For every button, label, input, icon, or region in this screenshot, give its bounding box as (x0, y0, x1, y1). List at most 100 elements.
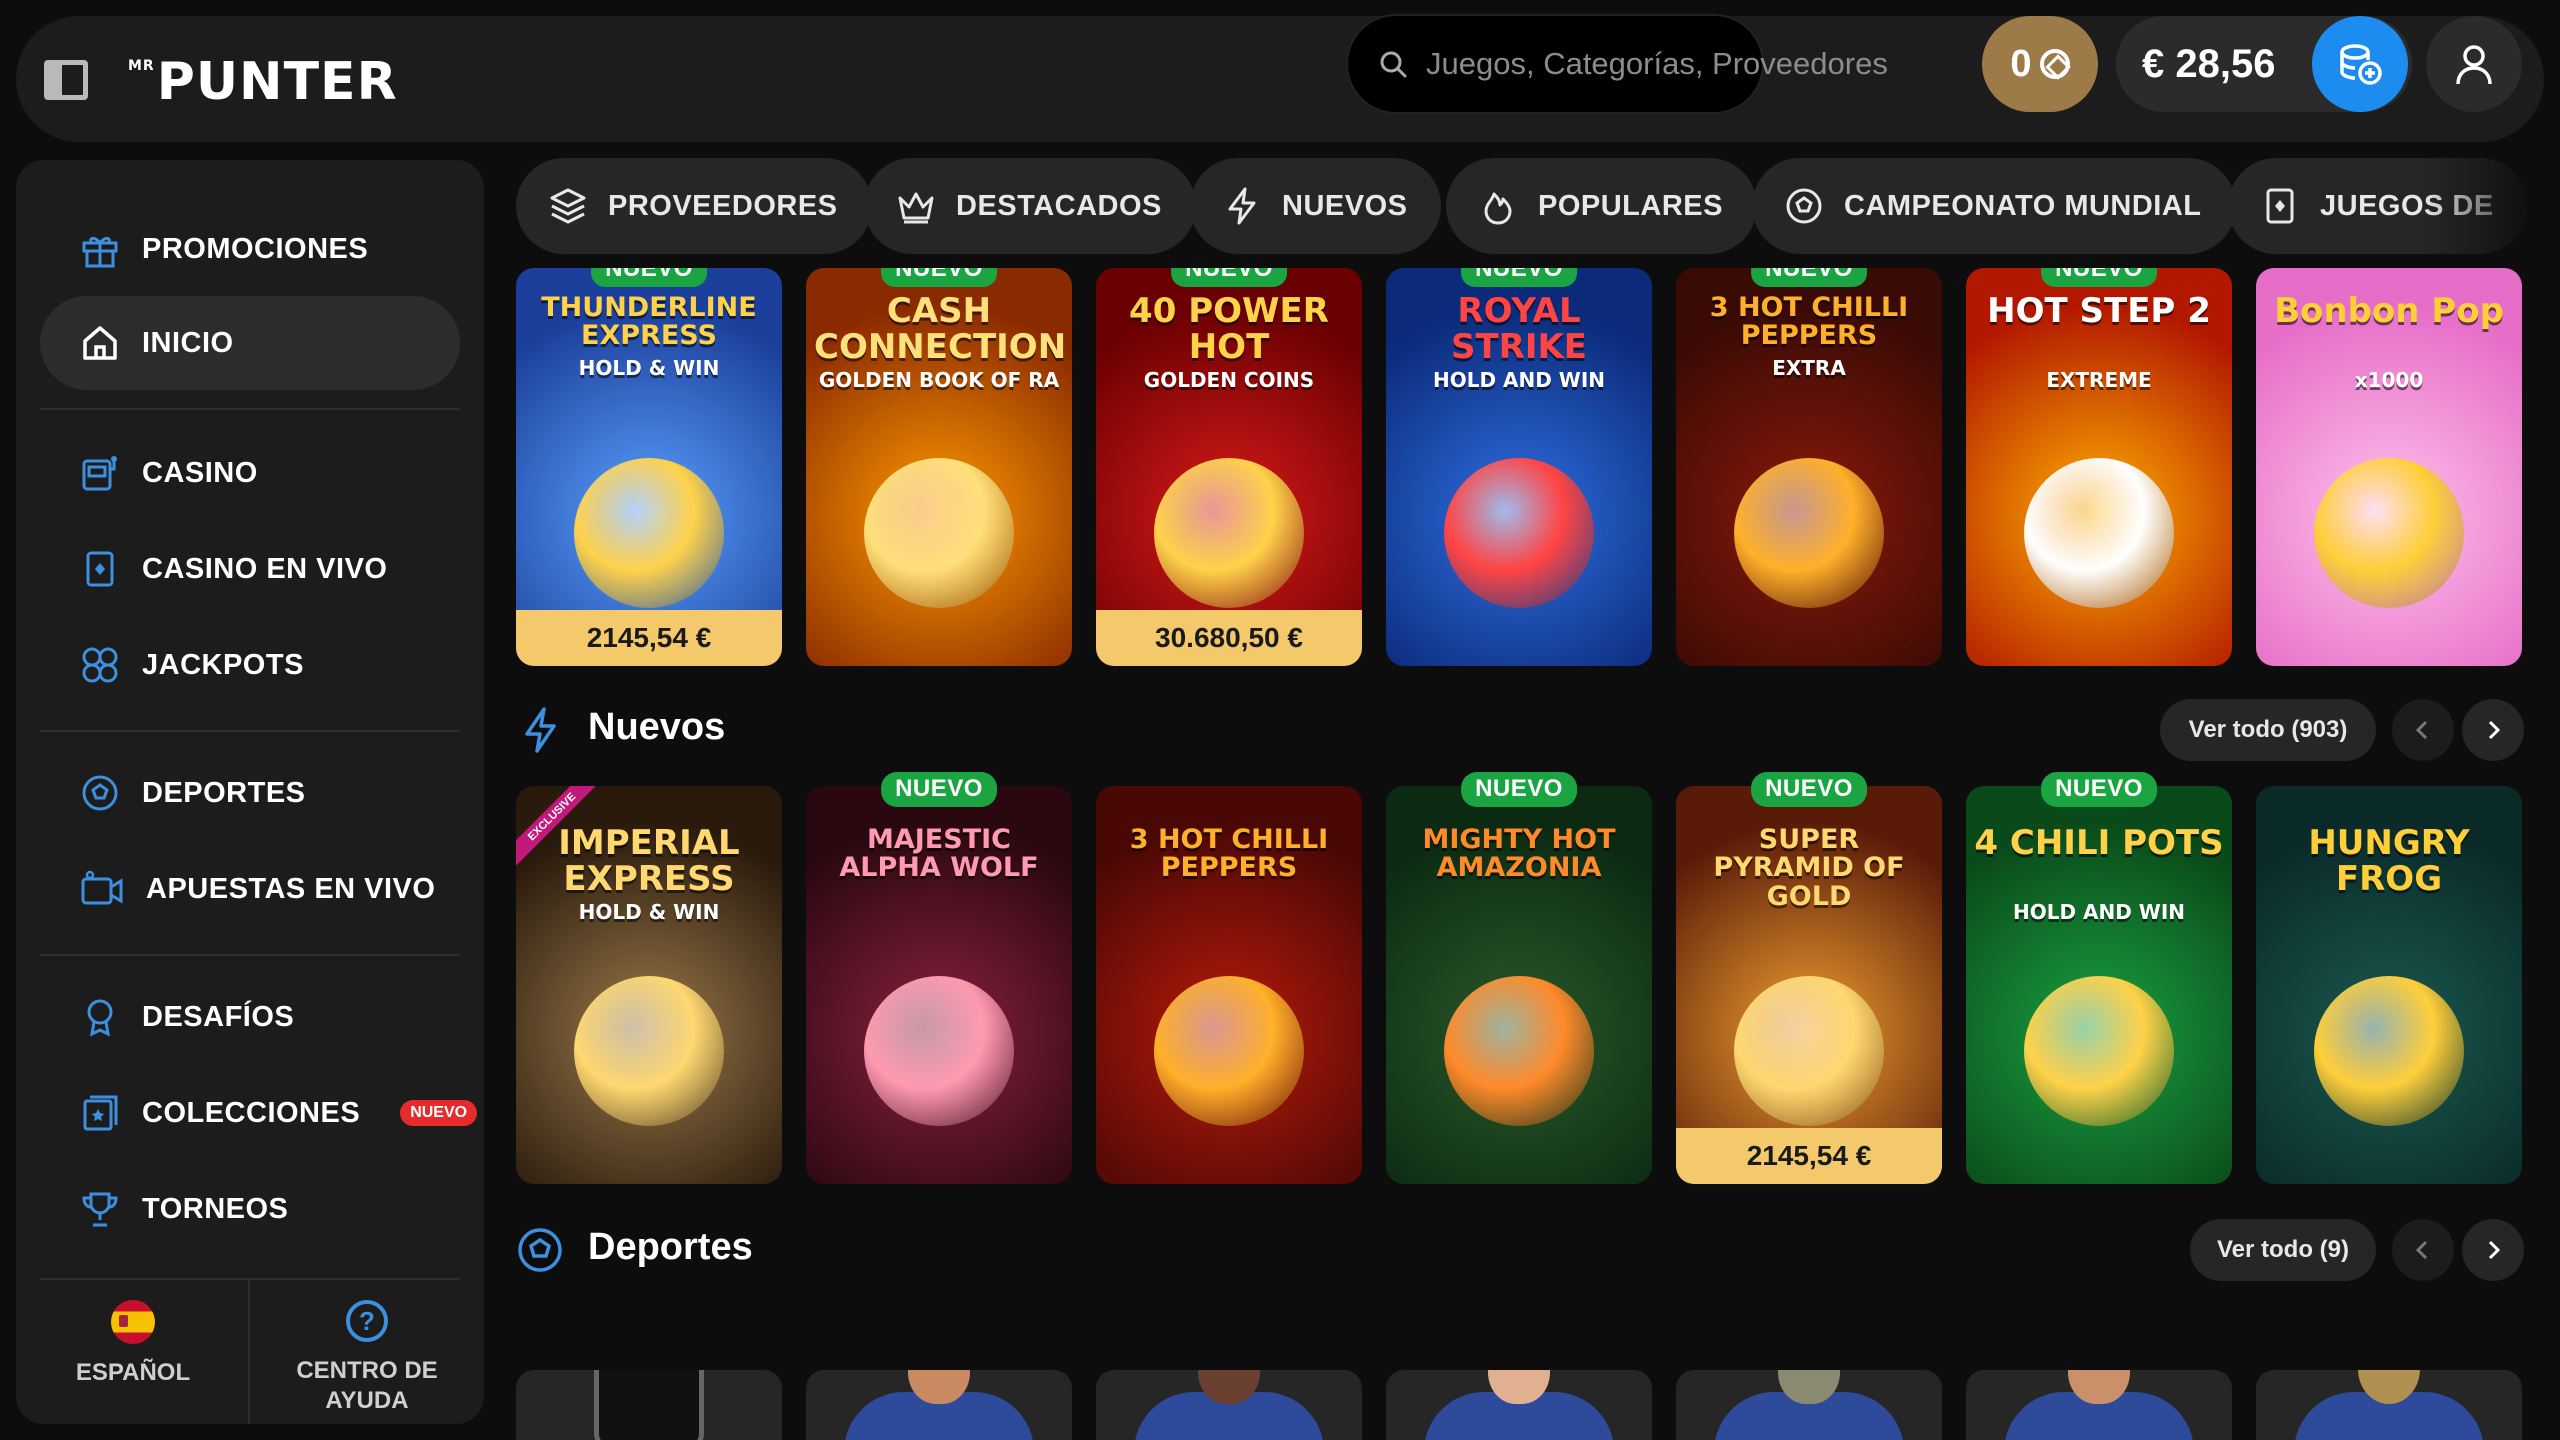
game-art (1154, 976, 1304, 1126)
live-card-icon (86, 551, 114, 587)
game-title: CASH CONNECTION (814, 291, 1067, 367)
game-tile[interactable]: 40 POWER HOT GOLDEN COINS 30.680,50 € NUEVO (1096, 268, 1362, 666)
lightning-icon (525, 707, 556, 753)
sidebar-toggle-icon[interactable] (44, 60, 88, 100)
game-tile[interactable]: 3 HOT CHILLI PEPPERS EXTRA NUEVO (1676, 268, 1942, 666)
game-tile[interactable]: 3 HOT CHILLI PEPPERS (1096, 786, 1362, 1184)
sidebar-divider (40, 408, 460, 410)
coin-icon (2039, 49, 2070, 79)
trophy-icon (82, 1192, 118, 1227)
help-center-link[interactable]: ? CENTRO DE AYUDA (250, 1280, 484, 1424)
game-title: MAJESTIC ALPHA WOLF (839, 824, 1039, 884)
new-tag: NUEVO (1461, 268, 1577, 287)
deposit-button[interactable] (2312, 16, 2408, 112)
sidebar-item-inicio[interactable]: INICIO (40, 296, 460, 390)
view-all-nuevos-button[interactable]: Ver todo (903) (2160, 699, 2376, 761)
sport-card[interactable] (1676, 1370, 1942, 1440)
new-tag: NUEVO (881, 268, 997, 287)
new-tag: NUEVO (2041, 772, 2157, 807)
game-title: 40 POWER HOT (1129, 291, 1329, 367)
sport-card[interactable] (2256, 1370, 2522, 1440)
game-subtitle: EXTRA (1772, 356, 1846, 380)
game-tile[interactable]: IMPERIAL EXPRESS HOLD & WIN EXCLUSIVE (516, 786, 782, 1184)
game-tile[interactable]: CASH CONNECTION GOLDEN BOOK OF RA NUEVO (806, 268, 1072, 666)
game-tile[interactable]: MIGHTY HOT AMAZONIA (1386, 786, 1652, 1184)
sidebar-item-torneos[interactable]: TORNEOS (40, 1162, 460, 1256)
game-tile[interactable]: MAJESTIC ALPHA WOLF (806, 786, 1072, 1184)
chevron-left-icon (2415, 720, 2428, 740)
video-camera-icon (81, 870, 123, 905)
game-subtitle: x1000 (2354, 368, 2424, 392)
game-subtitle: HOLD AND WIN (1432, 368, 1606, 392)
slot-machine-icon (82, 456, 117, 491)
sidebar-item-promociones[interactable]: PROMOCIONES (40, 202, 460, 296)
game-tile[interactable]: Bonbon Pop x1000 (2256, 268, 2522, 666)
game-art (864, 458, 1014, 608)
help-icon: ? (346, 1300, 388, 1342)
sidebar-item-desafios[interactable]: DESAFÍOS (40, 970, 460, 1064)
tab-populares[interactable]: POPULARES (1446, 158, 1757, 254)
home-icon (83, 326, 117, 360)
game-subtitle: HOLD AND WIN (2012, 900, 2186, 924)
game-tile[interactable]: HOT STEP 2 EXTREME NUEVO (1966, 268, 2232, 666)
sport-card[interactable] (1386, 1370, 1652, 1440)
sport-card[interactable] (516, 1370, 782, 1440)
balance-value: € 28,56 (2142, 42, 2276, 86)
deportes-prev-button[interactable] (2392, 1219, 2454, 1281)
tab-destacados[interactable]: DESTACADOS (864, 158, 1196, 254)
game-title: MIGHTY HOT AMAZONIA (1422, 824, 1616, 884)
game-tile[interactable]: THUNDERLINE EXPRESS HOLD & WIN 2145,54 € NU… (516, 268, 782, 666)
sidebar-divider (40, 954, 460, 956)
nuevos-prev-button[interactable] (2392, 699, 2454, 761)
sidebar-footer: ESPAÑOL ? CENTRO DE AYUDA (16, 1280, 484, 1424)
sidebar-item-casino[interactable]: CASINO (40, 426, 460, 520)
tab-nuevos[interactable]: NUEVOS (1190, 158, 1442, 254)
tab-campeonato-mundial[interactable]: CAMPEONATO MUNDIAL (1752, 158, 2236, 254)
category-bar: PROVEEDORES DESTACADOS NUEVOS POPULARES … (516, 158, 2544, 254)
game-art (574, 976, 724, 1126)
jackpot-icon (82, 647, 118, 683)
game-art (574, 458, 724, 608)
search-input[interactable]: Juegos, Categorías, Proveedores (1346, 14, 1888, 114)
game-tile[interactable]: SUPER PYRAMID OF GOLD 2145,54 € (1676, 786, 1942, 1184)
tab-proveedores[interactable]: PROVEEDORES (516, 158, 872, 254)
chevron-right-icon (2488, 1240, 2501, 1260)
lightning-icon (1228, 187, 1256, 225)
sport-card[interactable] (806, 1370, 1072, 1440)
deportes-next-button[interactable] (2462, 1219, 2524, 1281)
new-tag: NUEVO (881, 772, 997, 807)
chevron-left-icon (2415, 1240, 2428, 1260)
game-subtitle: GOLDEN COINS (1143, 368, 1315, 392)
game-tile[interactable]: ROYAL STRIKE HOLD AND WIN NUEVO (1386, 268, 1652, 666)
sidebar-item-casino-en-vivo[interactable]: CASINO EN VIVO (40, 522, 460, 616)
sidebar-item-deportes[interactable]: DEPORTES (40, 746, 460, 840)
loyalty-points-button[interactable]: 0 (1982, 16, 2098, 112)
game-title: Bonbon Pop (2274, 291, 2504, 331)
new-tag: NUEVO (591, 268, 707, 287)
site-logo[interactable]: MRPUNTER (128, 52, 398, 112)
sidebar-item-apuestas-en-vivo[interactable]: APUESTAS EN VIVO (40, 842, 460, 936)
language-selector[interactable]: ESPAÑOL (16, 1280, 250, 1424)
new-tag: NUEVO (1751, 268, 1867, 287)
view-all-deportes-button[interactable]: Ver todo (9) (2190, 1219, 2376, 1281)
game-tile[interactable]: 4 CHILI POTS HOLD AND WIN (1966, 786, 2232, 1184)
sport-card[interactable] (1966, 1370, 2232, 1440)
new-tag: NUEVO (2041, 268, 2157, 287)
chevron-right-icon (2488, 720, 2501, 740)
user-icon (2456, 45, 2492, 85)
nuevos-next-button[interactable] (2462, 699, 2524, 761)
user-account-button[interactable] (2426, 16, 2522, 112)
game-tile[interactable]: HUNGRY FROG (2256, 786, 2522, 1184)
sport-card[interactable] (1096, 1370, 1362, 1440)
football-icon (518, 1228, 562, 1272)
layers-icon (550, 188, 586, 224)
game-title: ROYAL STRIKE (1450, 291, 1588, 367)
football-icon (82, 775, 118, 811)
crown-icon (898, 192, 934, 224)
collection-icon (83, 1095, 118, 1131)
sidebar-item-jackpots[interactable]: JACKPOTS (40, 618, 460, 712)
spain-flag-icon (111, 1300, 155, 1344)
sidebar-item-colecciones[interactable]: COLECCIONES NUEVO (40, 1066, 478, 1160)
game-subtitle: HOLD & WIN (578, 356, 720, 380)
gift-icon (82, 236, 118, 268)
